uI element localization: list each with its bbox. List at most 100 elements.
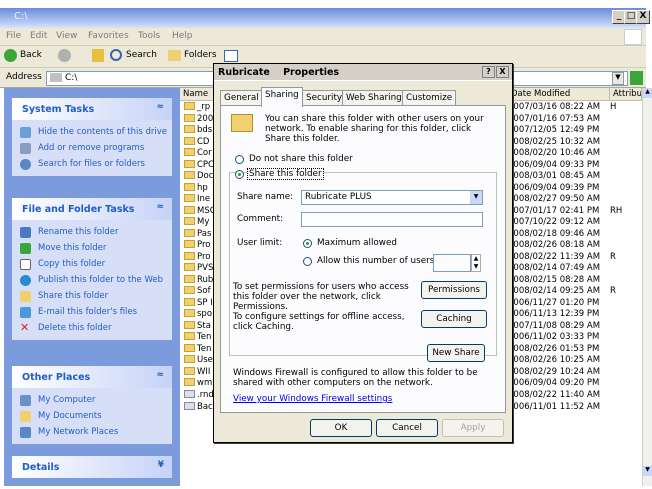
do-not-share-label[interactable]: Do not share this folder <box>249 154 353 164</box>
dialog-title-bar[interactable]: Rubricate Properties ? X <box>214 64 512 81</box>
collapse-chevron-icon[interactable]: ≈ <box>156 202 164 212</box>
file-name-text: Doc <box>197 171 214 181</box>
max-allowed-radio[interactable] <box>303 239 312 248</box>
share-folder-link[interactable]: Share this folder <box>12 288 172 304</box>
search-button[interactable]: Search <box>126 50 157 60</box>
documents-icon <box>20 411 31 422</box>
menu-view[interactable]: View <box>56 31 77 41</box>
file-date: 2006/11/01 11:52 AM <box>508 401 601 412</box>
folders-button[interactable]: Folders <box>184 50 217 60</box>
back-arrow-icon[interactable] <box>4 49 17 62</box>
copy-folder-link[interactable]: Copy this folder <box>12 256 172 272</box>
do-not-share-radio[interactable] <box>235 155 244 164</box>
other-places-header[interactable]: Other Places ≈ <box>12 366 172 388</box>
file-icon <box>184 389 195 398</box>
file-name-text: Pro <box>197 251 211 262</box>
file-name-text: My <box>197 217 210 227</box>
tab-general[interactable]: General <box>220 90 263 106</box>
share-folder-label[interactable]: Share this folder <box>247 168 324 180</box>
details-header[interactable]: Details ¥ <box>12 456 172 478</box>
programs-icon <box>20 143 31 154</box>
expand-chevron-icon[interactable]: ¥ <box>158 460 164 470</box>
add-remove-programs-link[interactable]: Add or remove programs <box>12 140 172 156</box>
file-date: 2008/02/18 09:46 AM <box>508 228 601 239</box>
tab-security[interactable]: Security <box>302 90 347 106</box>
file-folder-tasks-header[interactable]: File and Folder Tasks ≈ <box>12 198 172 220</box>
my-computer-link[interactable]: My Computer <box>12 392 172 408</box>
rename-folder-link[interactable]: Rename this folder <box>12 224 172 240</box>
collapse-chevron-icon[interactable]: ≈ <box>156 370 164 380</box>
folder-icon <box>184 355 195 363</box>
dialog-close-button[interactable]: X <box>496 66 509 78</box>
vertical-scrollbar[interactable]: ▲ ▼ <box>642 88 652 486</box>
file-name-text: Sof <box>197 286 211 296</box>
back-button[interactable]: Back <box>20 50 42 60</box>
scroll-down-icon[interactable]: ▼ <box>643 466 652 476</box>
cancel-button[interactable]: Cancel <box>376 419 438 437</box>
help-button[interactable]: ? <box>482 66 495 78</box>
apply-button[interactable]: Apply <box>442 419 504 437</box>
collapse-chevron-icon[interactable]: ≈ <box>156 102 164 112</box>
file-name: My <box>184 217 209 227</box>
firewall-settings-link[interactable]: View your Windows Firewall settings <box>233 394 392 404</box>
system-tasks-title: System Tasks <box>22 104 95 115</box>
ok-button[interactable]: OK <box>310 419 372 437</box>
column-attributes[interactable]: Attributes <box>610 88 642 101</box>
comment-field[interactable] <box>301 212 483 227</box>
copy-icon <box>20 259 31 270</box>
email-files-link[interactable]: E-mail this folder's files <box>12 304 172 320</box>
column-date-modified[interactable]: Date Modified <box>508 88 610 101</box>
new-share-button[interactable]: New Share <box>427 344 485 362</box>
file-name: PVS <box>184 263 213 273</box>
my-documents-link[interactable]: My Documents <box>12 408 172 424</box>
user-count-spinner[interactable] <box>433 254 471 272</box>
address-dropdown-button[interactable]: ▼ <box>612 72 624 85</box>
up-folder-icon[interactable] <box>92 49 104 62</box>
menu-favorites[interactable]: Favorites <box>88 31 129 41</box>
folder-icon <box>184 182 195 191</box>
menu-help[interactable]: Help <box>172 31 193 41</box>
close-button[interactable]: X <box>636 10 650 24</box>
caching-button[interactable]: Caching <box>421 310 487 328</box>
delete-folder-link[interactable]: ✕ Delete this folder <box>12 320 172 336</box>
publish-web-link[interactable]: Publish this folder to the Web <box>12 272 172 288</box>
hide-drive-contents-link[interactable]: Hide the contents of this drive <box>12 124 172 140</box>
file-date: 2006/11/13 12:39 PM <box>508 309 600 319</box>
my-network-places-link[interactable]: My Network Places <box>12 424 172 440</box>
file-name-text: _rp <box>197 102 211 112</box>
share-name-field[interactable]: Rubricate PLUS <box>301 190 483 205</box>
file-name: Sof <box>184 286 211 296</box>
search-icon[interactable] <box>110 49 122 61</box>
system-tasks-header[interactable]: System Tasks ≈ <box>12 98 172 120</box>
email-icon <box>20 307 31 318</box>
file-name: Pas <box>184 228 211 239</box>
tab-web-sharing[interactable]: Web Sharing <box>342 90 406 106</box>
max-allowed-label[interactable]: Maximum allowed <box>317 238 397 248</box>
tab-customize[interactable]: Customize <box>402 90 457 106</box>
folder-icon <box>184 366 195 375</box>
file-date: 2007/12/05 12:49 PM <box>508 125 600 135</box>
menu-file[interactable]: File <box>6 31 21 41</box>
views-icon[interactable] <box>224 50 238 62</box>
go-arrow-icon[interactable] <box>630 71 643 85</box>
allow-number-label[interactable]: Allow this number of users: <box>317 256 437 266</box>
share-name-dropdown-icon[interactable]: ▼ <box>470 191 482 204</box>
menu-edit[interactable]: Edit <box>30 31 47 41</box>
move-folder-link[interactable]: Move this folder <box>12 240 172 256</box>
folders-icon[interactable] <box>168 50 181 61</box>
menu-tools[interactable]: Tools <box>138 31 160 41</box>
scroll-up-icon[interactable]: ▲ <box>643 88 652 98</box>
share-folder-radio[interactable] <box>235 170 244 179</box>
window-title-bar[interactable]: C:\ _ □ X <box>0 8 650 28</box>
file-name-text: wm <box>197 378 213 388</box>
file-name-text: WII <box>197 366 211 377</box>
forward-arrow-icon[interactable] <box>58 49 71 62</box>
file-date: 2008/02/29 10:24 AM <box>508 366 601 377</box>
search-files-link[interactable]: Search for files or folders <box>12 156 172 172</box>
permissions-button[interactable]: Permissions <box>421 281 487 299</box>
spinner-arrows-icon[interactable]: ▲ ▼ <box>471 254 481 272</box>
file-date: 2008/02/22 11:39 AM <box>508 251 601 262</box>
tab-sharing[interactable]: Sharing <box>261 87 303 107</box>
allow-number-radio[interactable] <box>303 257 312 266</box>
folder-icon <box>184 263 195 271</box>
